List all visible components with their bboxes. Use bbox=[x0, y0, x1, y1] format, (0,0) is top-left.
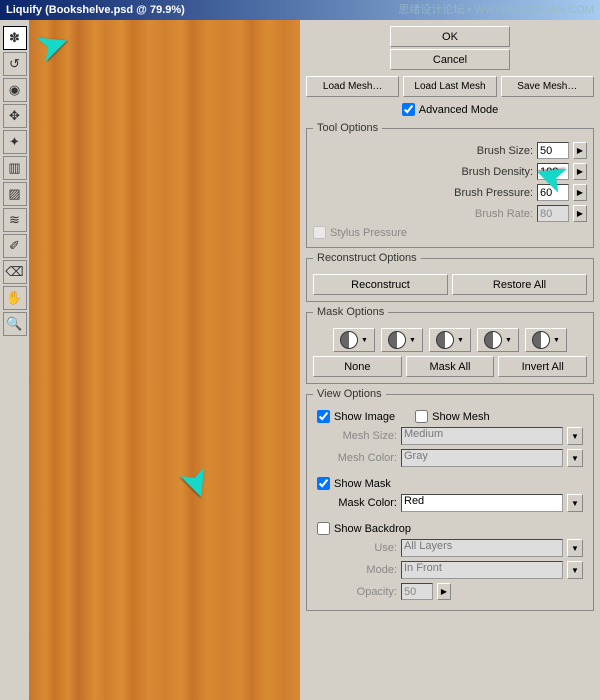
save-mesh-button[interactable]: Save Mesh… bbox=[501, 76, 594, 97]
reconstruct-options-legend: Reconstruct Options bbox=[313, 252, 421, 264]
ok-button[interactable]: OK bbox=[390, 26, 510, 47]
title-bar: Liquify (Bookshelve.psd @ 79.9%) 思绪设计论坛 … bbox=[0, 0, 600, 20]
chevron-down-icon: ▼ bbox=[567, 561, 583, 579]
mask-icon bbox=[340, 331, 358, 349]
toolbox: ✽↺◉✥✦▥▨≋✐⌫✋🔍 bbox=[0, 20, 30, 700]
view-options-group: View Options Show Image Show Mesh Mesh S… bbox=[306, 388, 594, 611]
forward-warp-icon[interactable]: ✽ bbox=[3, 26, 27, 50]
tool-options-legend: Tool Options bbox=[313, 122, 382, 134]
chevron-down-icon: ▼ bbox=[567, 449, 583, 467]
chevron-down-icon[interactable]: ▼ bbox=[567, 494, 583, 512]
reconstruct-icon[interactable]: ↺ bbox=[3, 52, 27, 76]
mode-select: In Front bbox=[401, 561, 563, 579]
mask-invert-button[interactable]: ▼ bbox=[525, 328, 567, 352]
chevron-down-icon: ▼ bbox=[409, 337, 416, 344]
mask-intersect-button[interactable]: ▼ bbox=[477, 328, 519, 352]
mask-subtract-button[interactable]: ▼ bbox=[429, 328, 471, 352]
use-select: All Layers bbox=[401, 539, 563, 557]
mask-all-button[interactable]: Mask All bbox=[406, 356, 495, 377]
load-mesh-button[interactable]: Load Mesh… bbox=[306, 76, 399, 97]
pucker-icon[interactable]: ✥ bbox=[3, 104, 27, 128]
mask-icon bbox=[484, 331, 502, 349]
brush-rate-stepper[interactable]: ▶ bbox=[573, 205, 587, 222]
restore-all-button[interactable]: Restore All bbox=[452, 274, 587, 295]
brush-density-stepper[interactable]: ▶ bbox=[573, 163, 587, 180]
brush-rate-label: Brush Rate: bbox=[475, 208, 533, 220]
mask-icon bbox=[436, 331, 454, 349]
opacity-input bbox=[401, 583, 433, 600]
show-image-checkbox[interactable] bbox=[317, 410, 330, 423]
reconstruct-button[interactable]: Reconstruct bbox=[313, 274, 448, 295]
thaw-mask-icon[interactable]: ⌫ bbox=[3, 260, 27, 284]
show-mask-label: Show Mask bbox=[334, 478, 391, 490]
window-title: Liquify (Bookshelve.psd @ 79.9%) bbox=[6, 0, 185, 20]
load-last-mesh-button[interactable]: Load Last Mesh bbox=[403, 76, 496, 97]
watermark: 思绪设计论坛 • WWW.MISSYUAN.COM bbox=[398, 0, 594, 20]
annotation-arrow-icon: ➤ bbox=[29, 18, 76, 73]
view-options-legend: View Options bbox=[313, 388, 386, 400]
chevron-down-icon: ▼ bbox=[361, 337, 368, 344]
brush-rate-input bbox=[537, 205, 569, 222]
brush-size-stepper[interactable]: ▶ bbox=[573, 142, 587, 159]
chevron-down-icon: ▼ bbox=[553, 337, 560, 344]
cancel-button[interactable]: Cancel bbox=[390, 49, 510, 70]
stylus-pressure-label: Stylus Pressure bbox=[330, 227, 407, 239]
mesh-size-label: Mesh Size: bbox=[317, 430, 397, 442]
brush-pressure-stepper[interactable]: ▶ bbox=[573, 184, 587, 201]
opacity-label: Opacity: bbox=[317, 586, 397, 598]
brush-density-label: Brush Density: bbox=[461, 166, 533, 178]
show-backdrop-checkbox[interactable] bbox=[317, 522, 330, 535]
mask-options-group: Mask Options ▼ ▼ ▼ ▼ ▼ None Mask All Inv… bbox=[306, 306, 594, 384]
mask-options-legend: Mask Options bbox=[313, 306, 388, 318]
mask-color-select[interactable]: Red bbox=[401, 494, 563, 512]
advanced-mode-label: Advanced Mode bbox=[419, 104, 499, 116]
mask-icon bbox=[388, 331, 406, 349]
show-mesh-label: Show Mesh bbox=[432, 411, 489, 423]
mask-add-button[interactable]: ▼ bbox=[381, 328, 423, 352]
twirl-icon[interactable]: ◉ bbox=[3, 78, 27, 102]
mask-none-button[interactable]: None bbox=[313, 356, 402, 377]
mask-color-label: Mask Color: bbox=[317, 497, 397, 509]
mask-replace-button[interactable]: ▼ bbox=[333, 328, 375, 352]
mask-invert-all-button[interactable]: Invert All bbox=[498, 356, 587, 377]
turbulence-icon[interactable]: ≋ bbox=[3, 208, 27, 232]
annotation-arrow-icon: ➤ bbox=[169, 459, 224, 506]
bloat-icon[interactable]: ✦ bbox=[3, 130, 27, 154]
reconstruct-options-group: Reconstruct Options Reconstruct Restore … bbox=[306, 252, 594, 302]
show-mask-checkbox[interactable] bbox=[317, 477, 330, 490]
mirror-icon[interactable]: ▨ bbox=[3, 182, 27, 206]
mask-icon bbox=[532, 331, 550, 349]
chevron-down-icon: ▼ bbox=[505, 337, 512, 344]
show-image-label: Show Image bbox=[334, 411, 395, 423]
chevron-down-icon: ▼ bbox=[567, 539, 583, 557]
mesh-size-select: Medium bbox=[401, 427, 563, 445]
push-left-icon[interactable]: ▥ bbox=[3, 156, 27, 180]
stylus-pressure-checkbox bbox=[313, 226, 326, 239]
mesh-color-select: Gray bbox=[401, 449, 563, 467]
show-backdrop-label: Show Backdrop bbox=[334, 523, 411, 535]
mode-label: Mode: bbox=[317, 564, 397, 576]
hand-icon[interactable]: ✋ bbox=[3, 286, 27, 310]
mesh-color-label: Mesh Color: bbox=[317, 452, 397, 464]
options-panel: OK Cancel Load Mesh… Load Last Mesh Save… bbox=[300, 20, 600, 700]
chevron-down-icon: ▼ bbox=[457, 337, 464, 344]
advanced-mode-checkbox[interactable] bbox=[402, 103, 415, 116]
freeze-mask-icon[interactable]: ✐ bbox=[3, 234, 27, 258]
brush-pressure-label: Brush Pressure: bbox=[454, 187, 533, 199]
show-mesh-checkbox[interactable] bbox=[415, 410, 428, 423]
use-label: Use: bbox=[317, 542, 397, 554]
chevron-down-icon: ▼ bbox=[567, 427, 583, 445]
opacity-stepper: ▶ bbox=[437, 583, 451, 600]
canvas-preview[interactable]: ➤ ➤ bbox=[30, 20, 300, 700]
brush-size-label: Brush Size: bbox=[477, 145, 533, 157]
zoom-icon[interactable]: 🔍 bbox=[3, 312, 27, 336]
